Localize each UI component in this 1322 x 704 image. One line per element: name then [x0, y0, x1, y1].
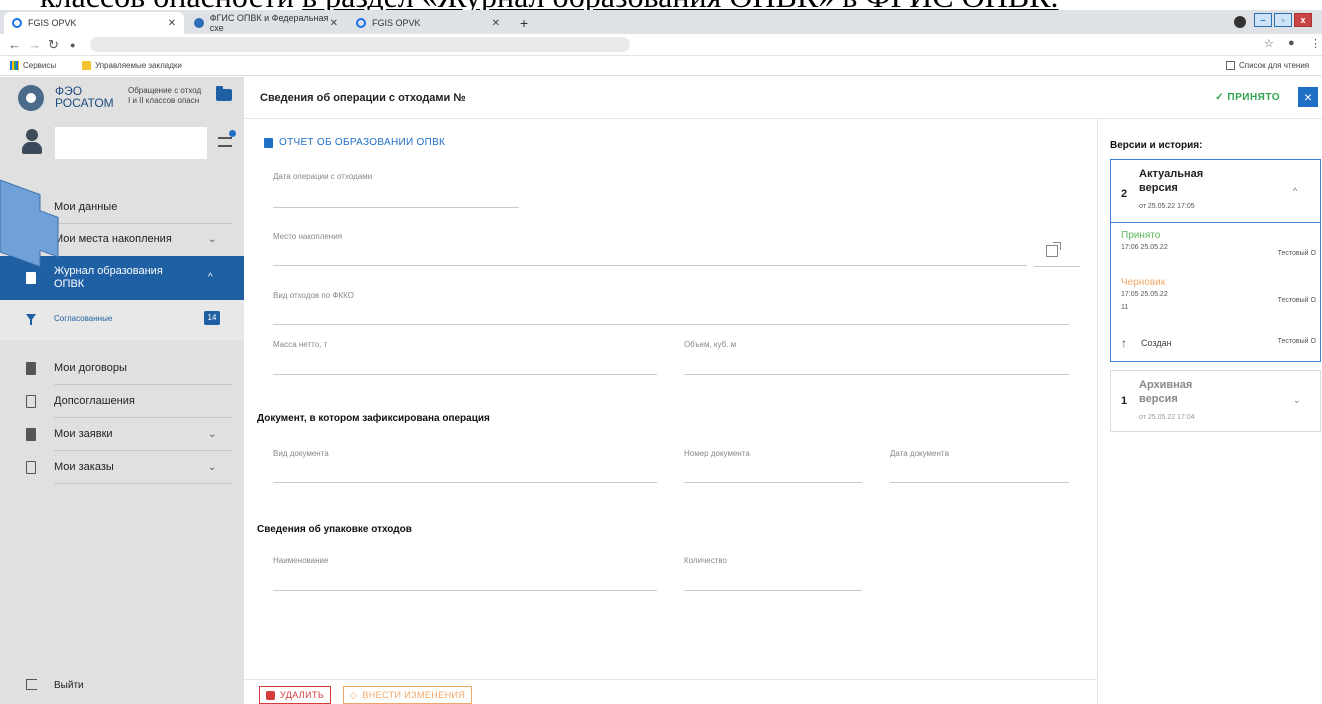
new-tab-button[interactable]: + [512, 12, 532, 34]
account-icon[interactable]: ● [1288, 37, 1295, 49]
sidebar-item-orders[interactable]: Мои заказы ⌄ [0, 451, 244, 483]
filter-icon [26, 314, 36, 325]
back-icon[interactable]: ← [8, 37, 21, 52]
logout-button[interactable]: Выйти [0, 676, 244, 696]
waste-type-field[interactable]: Вид отходов по ФККО [273, 291, 1069, 325]
browser-tab-3[interactable]: FGIS OPVK ✕ [348, 12, 508, 34]
reading-list[interactable]: Список для чтения [1226, 61, 1309, 70]
sidebar-item-supplements[interactable]: Допсоглашения [0, 385, 244, 417]
folder-icon [82, 61, 91, 70]
package-name-field[interactable]: Наименование [273, 556, 657, 591]
lock-icon: ● [70, 40, 76, 50]
url-input[interactable] [90, 37, 630, 52]
logout-icon [26, 679, 37, 690]
chevron-down-icon: ⌄ [208, 233, 217, 245]
close-tab-icon[interactable]: ✕ [168, 18, 176, 29]
chevron-down-icon: ⌄ [208, 461, 217, 473]
site-icon [194, 18, 204, 28]
document-icon [26, 427, 36, 441]
page-title: Сведения об операции с отходами № [260, 92, 466, 104]
annotation-arrow-icon [0, 179, 59, 268]
bookmark-managed[interactable]: Управляемые закладки [82, 61, 182, 70]
document-outline-icon [26, 394, 36, 408]
edit-button[interactable]: ◇ ВНЕСТИ ИЗМЕНЕНИЯ [343, 686, 473, 704]
divider [1034, 266, 1080, 267]
chevron-up-icon[interactable]: ^ [1293, 186, 1297, 196]
menu-icon[interactable]: ⋮ [1310, 37, 1321, 50]
operation-date-field[interactable]: Дата операции с отходами [273, 172, 519, 208]
folder-icon[interactable] [216, 86, 232, 101]
doc-type-field[interactable]: Вид документа [273, 449, 657, 483]
close-tab-icon[interactable]: ✕ [330, 18, 338, 29]
bookmark-services[interactable]: Сервисы [10, 61, 56, 70]
browser-address-bar: ← → ↻ ● ☆ ● ⋮ [0, 34, 1322, 56]
divider [54, 483, 232, 484]
sidebar-item-approved[interactable]: Согласованные 14 [0, 300, 244, 340]
rosatom-logo-icon [18, 85, 44, 111]
window-close-icon[interactable]: x [1294, 13, 1312, 27]
edit-icon: ◇ [350, 689, 358, 700]
browser-tabbar: FGIS OPVK ✕ ФГИС ОПВК и Федеральная схе … [0, 10, 1322, 34]
sidebar-item-requests[interactable]: Мои заявки ⌄ [0, 418, 244, 450]
arrow-up-icon: ↑ [1121, 336, 1127, 350]
site-icon [356, 18, 366, 28]
delete-button[interactable]: УДАЛИТЬ [259, 686, 332, 704]
maximize-icon[interactable]: ▫ [1274, 13, 1292, 27]
browser-tab-2[interactable]: ФГИС ОПВК и Федеральная схе ✕ [186, 12, 346, 34]
doc-number-field[interactable]: Номер документа [684, 449, 862, 483]
reading-list-icon [1226, 61, 1235, 70]
user-row [0, 119, 244, 167]
chevron-down-icon: ⌄ [208, 428, 217, 440]
bookmarks-bar: Сервисы Управляемые закладки Список для … [0, 56, 1322, 76]
forward-icon[interactable]: → [28, 37, 41, 52]
browser-tab-1[interactable]: FGIS OPVK ✕ [4, 12, 184, 34]
count-badge: 14 [204, 311, 220, 325]
close-tab-icon[interactable]: ✕ [492, 18, 500, 29]
apps-icon [10, 61, 19, 70]
document-outline-icon [26, 460, 36, 474]
version-card-archive[interactable]: 1 Архивная версия от 25.05.22 17:04 ⌄ [1110, 370, 1321, 432]
org-name: ФЭО РОСАТОМ [55, 84, 114, 110]
versions-panel: Версии и история: 2 Актуальная версия от… [1097, 119, 1322, 704]
reload-icon[interactable]: ↻ [48, 37, 59, 53]
chevron-up-icon: ^ [208, 272, 213, 283]
chevron-down-icon[interactable]: ⌄ [1293, 395, 1301, 406]
status-badge: ✓ ПРИНЯТО [1215, 92, 1280, 103]
document-text-strip: классов опасности в раздел «Журнал образ… [0, 0, 1322, 10]
window-controls: – ▫ x [1252, 12, 1312, 28]
main-form: ОТЧЕТ ОБ ОБРАЗОВАНИИ ОПВК Дата операции … [244, 119, 1097, 704]
sidebar-item-contracts[interactable]: Мои договоры [0, 352, 244, 384]
user-name-box [55, 127, 207, 159]
star-icon[interactable]: ☆ [1264, 37, 1274, 50]
check-icon: ✓ [1215, 92, 1228, 103]
delete-icon [266, 690, 275, 700]
document-text: классов опасности в раздел «Журнал образ… [40, 0, 1058, 10]
history-entry-accepted: Принято 17:06 25.05.22 Тестовый О [1121, 230, 1316, 257]
profile-icon[interactable] [1234, 16, 1246, 28]
version-card-current[interactable]: 2 Актуальная версия от 25.05.22 17:05 ^ … [1110, 159, 1321, 362]
upload-icon [264, 137, 273, 148]
external-link-icon[interactable] [1046, 242, 1061, 257]
site-icon [12, 18, 22, 28]
report-link[interactable]: ОТЧЕТ ОБ ОБРАЗОВАНИИ ОПВК [264, 137, 445, 148]
storage-place-field[interactable]: Место накопления [273, 232, 1027, 266]
brand-area: ФЭО РОСАТОМ Обращение с отход I и II кла… [0, 77, 244, 119]
volume-field[interactable]: Объем, куб. м [684, 340, 1069, 375]
close-button[interactable]: × [1298, 87, 1318, 107]
quantity-field[interactable]: Количество [684, 556, 862, 591]
doc-date-field[interactable]: Дата документа [890, 449, 1069, 483]
app-header: ФЭО РОСАТОМ Обращение с отход I и II кла… [0, 77, 1322, 119]
avatar[interactable] [22, 129, 42, 155]
history-entry-draft: Черновик 17:05 25.05.22 Тестовый О 11 [1121, 277, 1316, 311]
minimize-icon[interactable]: – [1254, 13, 1272, 27]
form-footer: УДАЛИТЬ ◇ ВНЕСТИ ИЗМЕНЕНИЯ [244, 679, 1097, 704]
document-section-title: Документ, в котором зафиксирована операц… [257, 413, 490, 424]
packaging-section-title: Сведения об упаковке отходов [257, 524, 412, 535]
net-mass-field[interactable]: Масса нетто, т [273, 340, 657, 375]
document-icon [26, 361, 36, 375]
notifications-list-icon[interactable] [218, 130, 236, 147]
versions-title: Версии и история: [1110, 140, 1203, 151]
